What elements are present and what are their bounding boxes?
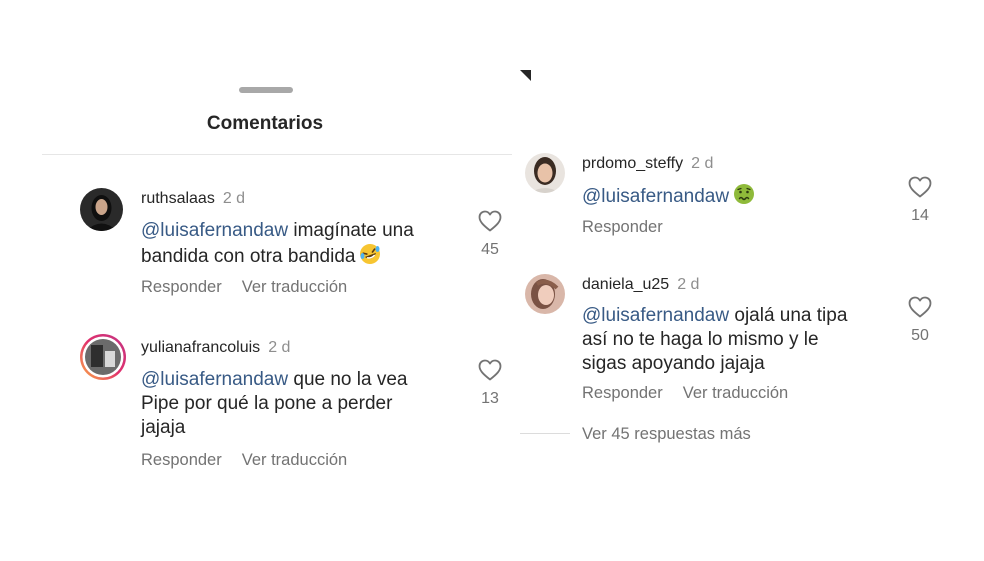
reply-button[interactable]: Responder [141, 278, 222, 296]
drag-handle[interactable] [239, 87, 293, 93]
comment-username[interactable]: prdomo_steffy [582, 155, 683, 172]
mention-link[interactable]: @luisafernandaw [141, 369, 288, 390]
comment-time: 2 d [677, 276, 700, 293]
reply-button[interactable]: Responder [141, 451, 222, 469]
avatar[interactable] [525, 153, 565, 193]
reply-button[interactable]: Responder [582, 384, 663, 402]
reply-button[interactable]: Responder [582, 218, 663, 236]
mention-link[interactable]: @luisafernandaw [141, 220, 288, 241]
comment-time: 2 d [222, 190, 246, 207]
like-group: 45 [470, 210, 510, 259]
nauseated-face-emoji-icon [733, 183, 755, 212]
like-count: 50 [911, 327, 929, 344]
like-count: 45 [481, 241, 499, 258]
comment-time: 2 d [268, 339, 291, 356]
avatar[interactable] [525, 274, 565, 314]
avatar[interactable] [79, 333, 127, 381]
translate-button[interactable]: Ver traducción [242, 451, 347, 469]
mention-link[interactable]: @luisafernandaw [582, 186, 729, 207]
header-divider [42, 154, 512, 155]
comment-username[interactable]: ruthsalaas [141, 190, 215, 207]
like-group: 50 [900, 296, 940, 345]
replies-divider-line [520, 433, 570, 434]
heart-outline-icon[interactable] [470, 210, 510, 232]
comment-username[interactable]: daniela_u25 [582, 276, 669, 293]
comment-username[interactable]: yulianafrancoluis [141, 339, 260, 356]
like-count: 13 [481, 390, 499, 407]
heart-outline-icon[interactable] [900, 296, 940, 318]
mention-link[interactable]: @luisafernandaw [582, 305, 729, 326]
comment-text: @luisafernandaw imagínate una bandida co… [141, 219, 461, 272]
translate-button[interactable]: Ver traducción [242, 278, 347, 296]
like-group: 13 [470, 359, 510, 408]
comment-text: @luisafernandaw ojalá una tipa así no te… [582, 305, 848, 374]
heart-outline-icon[interactable] [470, 359, 510, 381]
like-count: 14 [911, 207, 929, 224]
comment-time: 2 d [691, 155, 714, 172]
comments-sheet-left: Comentarios ruthsalaas 2 d @luisafernanda… [0, 0, 530, 561]
rolling-laughing-emoji-icon [359, 243, 381, 272]
view-more-replies-button[interactable]: Ver 45 respuestas más [582, 425, 751, 444]
comment-text: @luisafernandaw [582, 183, 872, 212]
comment-text: @luisafernandaw que no la vea Pipe por q… [141, 369, 408, 438]
heart-outline-icon[interactable] [900, 176, 940, 198]
translate-button[interactable]: Ver traducción [683, 384, 788, 402]
sheet-title: Comentarios [206, 113, 324, 134]
comments-panel-right: prdomo_steffy 2 d @luisafernandaw Respond… [520, 0, 984, 561]
like-group: 14 [900, 176, 940, 225]
avatar[interactable] [80, 188, 123, 231]
